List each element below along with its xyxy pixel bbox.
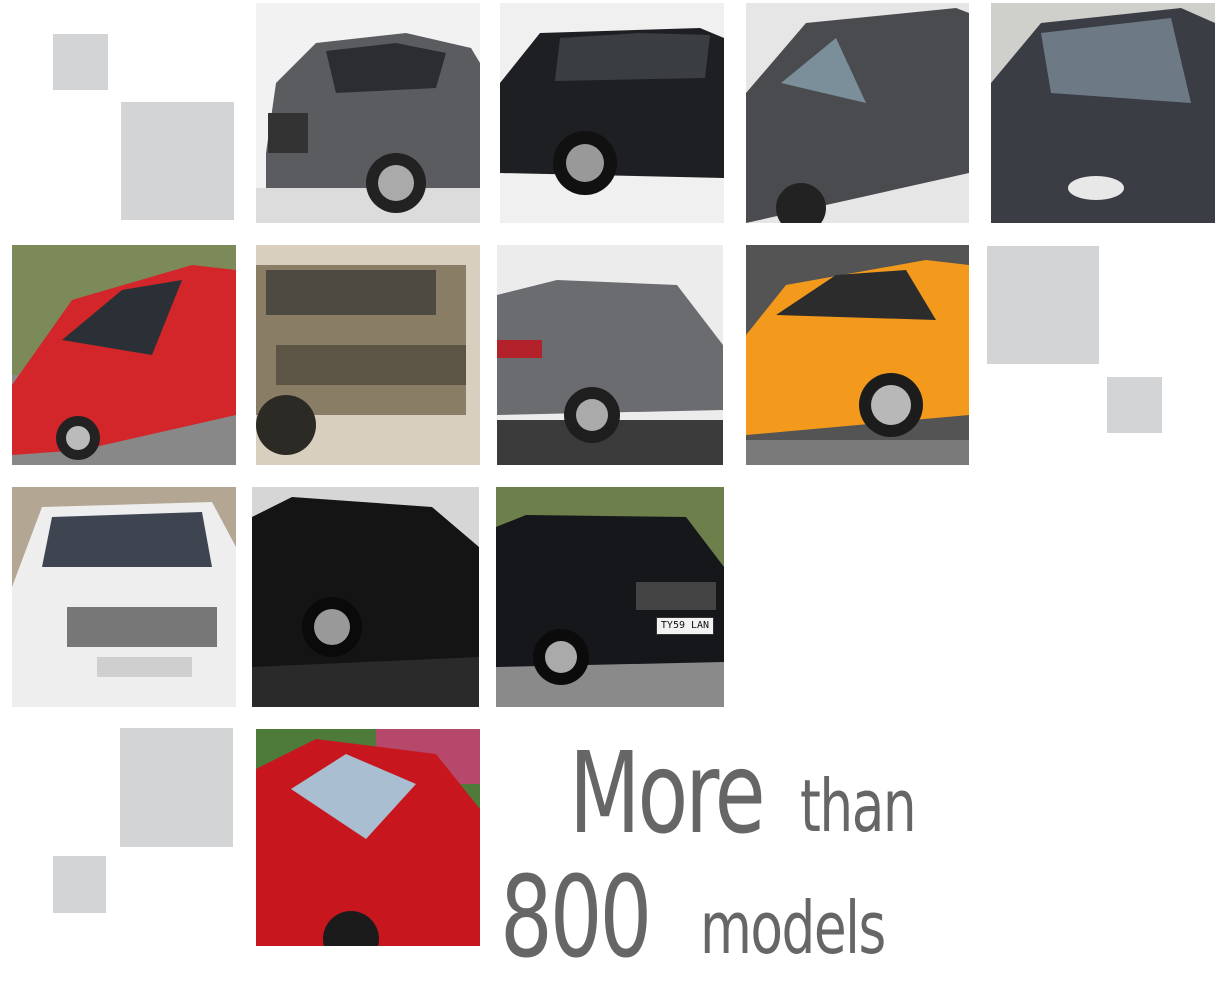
car-photo-audi-q7-rear <box>497 245 723 465</box>
decor-square <box>53 34 108 90</box>
decor-square <box>987 246 1099 364</box>
headline-models: models <box>700 886 886 970</box>
car-photo-hummer <box>256 245 480 465</box>
headline-number: 800 <box>500 853 652 983</box>
car-photo-vw-bora <box>991 3 1215 223</box>
car-photo-audi-q7 <box>256 3 480 223</box>
car-photo-mercedes-white <box>12 487 236 707</box>
decor-square <box>120 728 233 847</box>
headline-more: More <box>569 729 766 859</box>
decor-square <box>1107 377 1162 433</box>
car-photo-mercedes-e <box>252 487 479 707</box>
headline-than-wrap: than <box>800 770 956 842</box>
car-photo-toyota-prado: TY59 LAN <box>496 487 724 707</box>
car-photo-lotus-elise <box>746 245 969 465</box>
car-photo-bmw-x3 <box>746 3 969 223</box>
car-photo-opel-astra <box>12 245 236 465</box>
headline-models-wrap: models <box>700 892 950 964</box>
license-plate: TY59 LAN <box>656 617 714 635</box>
headline-line-1: More <box>569 738 831 850</box>
decor-square <box>53 856 106 913</box>
decor-square <box>121 102 234 220</box>
car-photo-tesla-roadster <box>256 729 480 946</box>
car-photo-range-rover <box>500 3 724 223</box>
headline-line-2: 800 <box>500 862 702 974</box>
headline-than: than <box>800 764 917 848</box>
